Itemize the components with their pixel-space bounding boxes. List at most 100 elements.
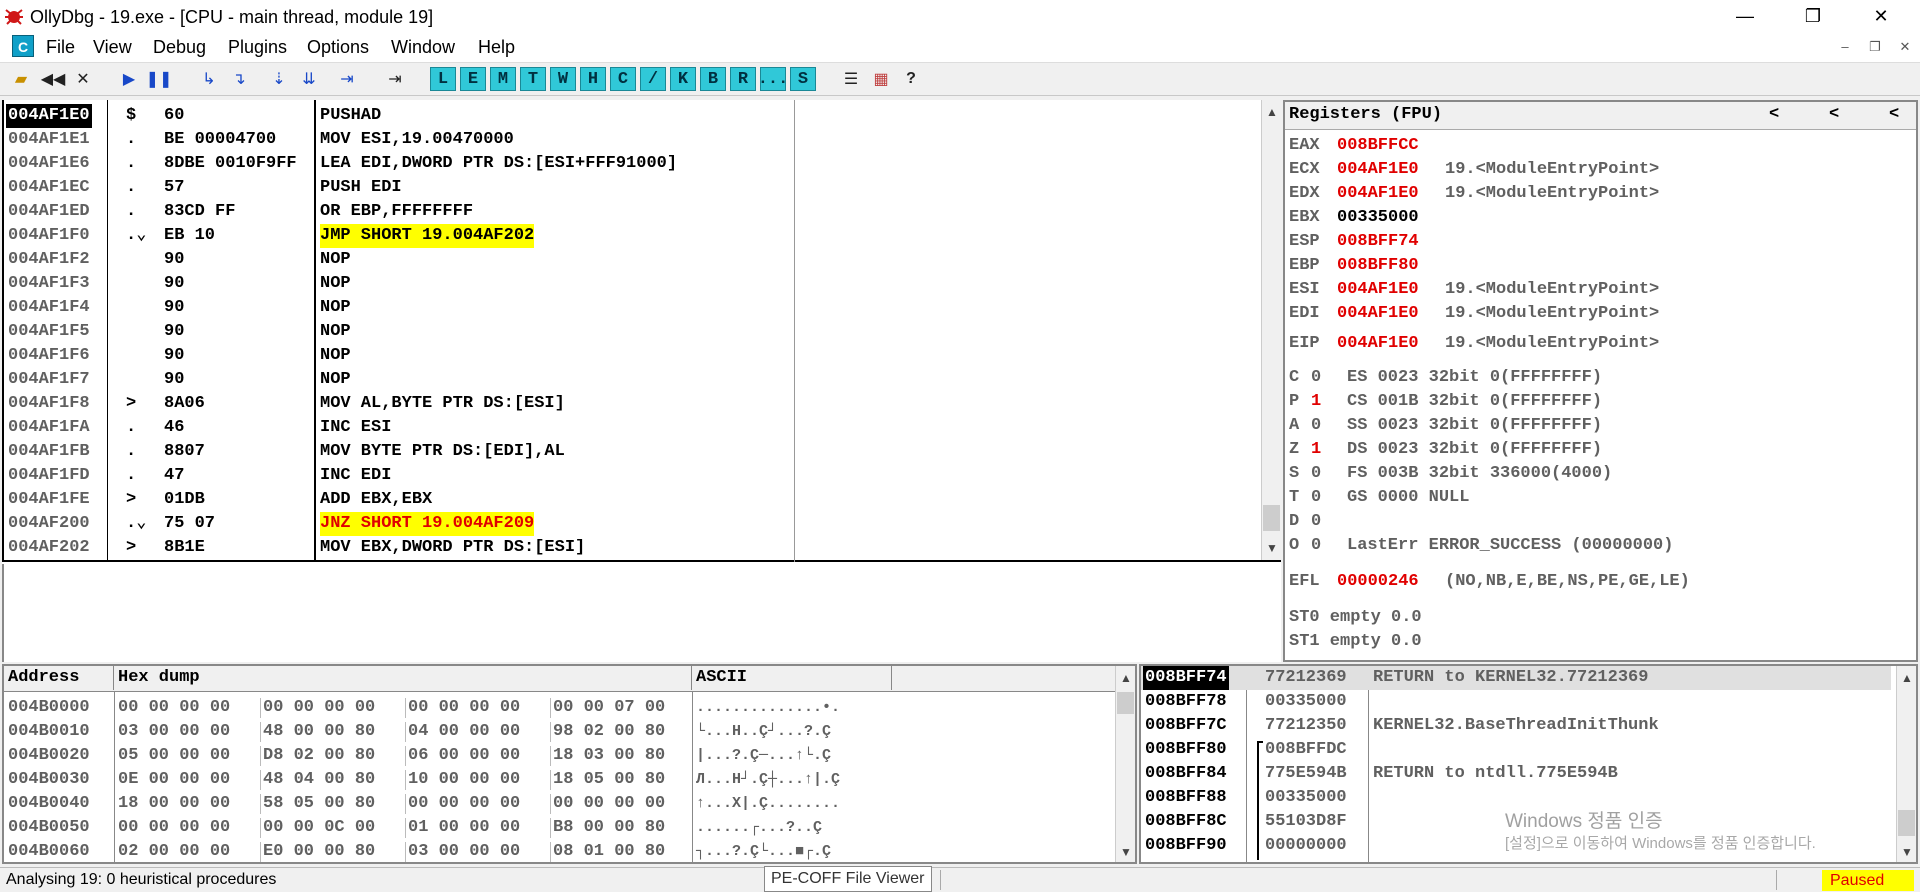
run-icon[interactable]: ▶ bbox=[116, 66, 142, 92]
mdi-close-button[interactable]: ✕ bbox=[1896, 39, 1914, 57]
execute-till-return-icon[interactable]: ⇥ bbox=[334, 66, 360, 92]
flag-row[interactable]: Z 1 DS 0023 32bit 0(FFFFFFFF) bbox=[1285, 438, 1915, 462]
dump-row[interactable]: 004B0040 18 00 00 00 58 05 00 80 00 00 00 0… bbox=[4, 792, 1114, 816]
register-value[interactable]: 004AF1E0 bbox=[1337, 302, 1419, 326]
flag-row[interactable]: D0 bbox=[1285, 510, 1915, 534]
disasm-row[interactable]: 004AF1FD. 47 INC EDI bbox=[2, 464, 1260, 488]
disasm-row[interactable]: 004AF1F2 90 NOP bbox=[2, 248, 1260, 272]
pause-icon[interactable]: ❚❚ bbox=[146, 66, 173, 92]
register-value[interactable]: 00335000 bbox=[1337, 206, 1419, 230]
dump-address-header[interactable]: Address bbox=[4, 666, 114, 690]
mdi-restore-button[interactable]: ❐ bbox=[1866, 39, 1884, 57]
registers-pane[interactable]: Registers (FPU) < < < EAX 008BFFCC ECX 004A… bbox=[1283, 100, 1918, 662]
list-icon[interactable]: ☰ bbox=[838, 66, 864, 92]
flag-value[interactable]: 0 bbox=[1311, 414, 1321, 438]
disasm-row[interactable]: 004AF1F4 90 NOP bbox=[2, 296, 1260, 320]
flag-value[interactable]: 1 bbox=[1311, 390, 1321, 414]
minimize-button[interactable]: — bbox=[1716, 0, 1774, 32]
log-window-button[interactable]: L bbox=[430, 67, 456, 91]
register-row-efl[interactable]: EFL 00000246 (NO,NB,E,BE,NS,PE,GE,LE) bbox=[1285, 570, 1915, 594]
dump-scrollbar[interactable]: ▲ ▼ bbox=[1115, 666, 1135, 862]
dump-row[interactable]: 004B0010 03 00 00 00 48 00 00 80 04 00 00 0… bbox=[4, 720, 1114, 744]
register-row[interactable]: EAX 008BFFCC bbox=[1285, 134, 1915, 158]
breakpoints-window-button[interactable]: B bbox=[700, 67, 726, 91]
dump-row[interactable]: 004B0030 0E 00 00 00 48 04 00 80 10 00 00 0… bbox=[4, 768, 1114, 792]
disasm-row[interactable]: 004AF1FA. 46 INC ESI bbox=[2, 416, 1260, 440]
menu-file[interactable]: File bbox=[46, 37, 75, 58]
register-value[interactable]: 008BFFCC bbox=[1337, 134, 1419, 158]
stack-row[interactable]: 008BFF7C 77212350 KERNEL32.BaseThreadInitT… bbox=[1141, 714, 1891, 738]
register-value[interactable]: 008BFF80 bbox=[1337, 254, 1419, 278]
dump-row[interactable]: 004B0050 00 00 00 00 00 00 0C 00 01 00 00 0… bbox=[4, 816, 1114, 840]
register-row[interactable]: EBP 008BFF80 bbox=[1285, 254, 1915, 278]
flag-row[interactable]: P 1 CS 001B 32bit 0(FFFFFFFF) bbox=[1285, 390, 1915, 414]
register-value[interactable]: 004AF1E0 bbox=[1337, 158, 1419, 182]
register-row[interactable]: EBX 00335000 bbox=[1285, 206, 1915, 230]
help-icon[interactable]: ? bbox=[898, 66, 924, 92]
register-row[interactable]: ECX 004AF1E0 19.<ModuleEntryPoint> bbox=[1285, 158, 1915, 182]
windows-window-button[interactable]: W bbox=[550, 67, 576, 91]
trace-into-icon[interactable]: ⇣ bbox=[266, 66, 292, 92]
dump-scroll-thumb[interactable] bbox=[1117, 692, 1134, 714]
fpu-register-row[interactable]: ST1 empty 0.0 bbox=[1289, 630, 1422, 654]
flag-value[interactable]: 0 bbox=[1311, 462, 1321, 486]
register-value[interactable]: 004AF1E0 bbox=[1337, 278, 1419, 302]
register-value[interactable]: 004AF1E0 bbox=[1337, 182, 1419, 206]
register-row-eip[interactable]: EIP 004AF1E0 19.<ModuleEntryPoint> bbox=[1285, 332, 1915, 356]
menu-debug[interactable]: Debug bbox=[153, 37, 206, 58]
dump-row[interactable]: 004B0020 05 00 00 00 D8 02 00 80 06 00 00 0… bbox=[4, 744, 1114, 768]
appearance-icon[interactable]: ▦ bbox=[868, 66, 894, 92]
stack-scroll-up-icon[interactable]: ▲ bbox=[1897, 668, 1916, 688]
references-window-button[interactable]: R bbox=[730, 67, 756, 91]
disasm-row[interactable]: 004AF1E1. BE 00004700 MOV ESI,19.00470000 bbox=[2, 128, 1260, 152]
run-trace-window-button[interactable]: ... bbox=[758, 67, 788, 91]
stack-row[interactable]: 008BFF84 775E594B RETURN to ntdll.775E594B bbox=[1141, 762, 1891, 786]
modules-window-button[interactable]: E bbox=[460, 67, 486, 91]
goto-icon[interactable]: ⇥ bbox=[382, 66, 408, 92]
disasm-row[interactable]: 004AF1ED. 83CD FF OR EBP,FFFFFFFF bbox=[2, 200, 1260, 224]
flag-row[interactable]: O 0 LastErr ERROR_SUCCESS (00000000) bbox=[1285, 534, 1915, 558]
register-row[interactable]: ESP 008BFF74 bbox=[1285, 230, 1915, 254]
call-stack-window-button[interactable]: K bbox=[670, 67, 696, 91]
flag-row[interactable]: C 0 ES 0023 32bit 0(FFFFFFFF) bbox=[1285, 366, 1915, 390]
flag-value[interactable]: 0 bbox=[1311, 534, 1321, 558]
menu-help[interactable]: Help bbox=[478, 37, 515, 58]
disasm-row[interactable]: 004AF1F5 90 NOP bbox=[2, 320, 1260, 344]
dump-pane[interactable]: Address Hex dump ASCII 004B0000 00 00 00 … bbox=[2, 664, 1137, 864]
menu-view[interactable]: View bbox=[93, 37, 132, 58]
memory-window-button[interactable]: M bbox=[490, 67, 516, 91]
menu-window[interactable]: Window bbox=[391, 37, 455, 58]
stack-row[interactable]: 008BFF80 008BFFDC bbox=[1141, 738, 1891, 762]
scroll-down-icon[interactable]: ▼ bbox=[1262, 538, 1281, 558]
scroll-thumb[interactable] bbox=[1263, 505, 1280, 531]
register-value[interactable]: 004AF1E0 bbox=[1337, 332, 1419, 356]
threads-window-button[interactable]: T bbox=[520, 67, 546, 91]
disasm-row[interactable]: 004AF1FE >01DB ADD EBX,EBX bbox=[2, 488, 1260, 512]
disassembly-pane[interactable]: 004AF1E0 $60 PUSHAD 004AF1E1. BE 00004700 MOV… bbox=[2, 100, 1281, 564]
dump-hex-header[interactable]: Hex dump bbox=[114, 666, 692, 690]
register-row[interactable]: EDX 004AF1E0 19.<ModuleEntryPoint> bbox=[1285, 182, 1915, 206]
stack-scrollbar[interactable]: ▲ ▼ bbox=[1896, 666, 1916, 862]
register-value[interactable]: 008BFF74 bbox=[1337, 230, 1419, 254]
stack-scroll-thumb[interactable] bbox=[1898, 810, 1915, 836]
disasm-row[interactable]: 004AF1F6 90 NOP bbox=[2, 344, 1260, 368]
dump-ascii-header[interactable]: ASCII bbox=[692, 666, 892, 690]
patches-window-button[interactable]: / bbox=[640, 67, 666, 91]
stack-scroll-down-icon[interactable]: ▼ bbox=[1897, 842, 1916, 862]
disasm-row[interactable]: 004AF1FB. 8807 MOV BYTE PTR DS:[EDI],AL bbox=[2, 440, 1260, 464]
disasm-row[interactable]: 004AF1F7 90 NOP bbox=[2, 368, 1260, 392]
dump-scroll-up-icon[interactable]: ▲ bbox=[1116, 668, 1135, 688]
handles-window-button[interactable]: H bbox=[580, 67, 606, 91]
flag-row[interactable]: A 0 SS 0023 32bit 0(FFFFFFFF) bbox=[1285, 414, 1915, 438]
disasm-row[interactable]: 004AF1E6. 8DBE 0010F9FF LEA EDI,DWORD PTR … bbox=[2, 152, 1260, 176]
restart-icon[interactable]: ◀◀ bbox=[40, 66, 66, 92]
menu-options[interactable]: Options bbox=[307, 37, 369, 58]
disasm-row[interactable]: 004AF1F3 90 NOP bbox=[2, 272, 1260, 296]
flag-value[interactable]: 1 bbox=[1311, 438, 1321, 462]
disasm-row[interactable]: 004AF1F0 .⌄ EB 10 JMP SHORT 19.004AF202 bbox=[2, 224, 1260, 248]
mdi-minimize-button[interactable]: – bbox=[1836, 39, 1854, 57]
stack-row[interactable]: 008BFF78 00335000 bbox=[1141, 690, 1891, 714]
register-row[interactable]: EDI 004AF1E0 19.<ModuleEntryPoint> bbox=[1285, 302, 1915, 326]
dump-row[interactable]: 004B0060 02 00 00 00 E0 00 00 80 03 00 00 0… bbox=[4, 840, 1114, 862]
source-window-button[interactable]: S bbox=[790, 67, 816, 91]
